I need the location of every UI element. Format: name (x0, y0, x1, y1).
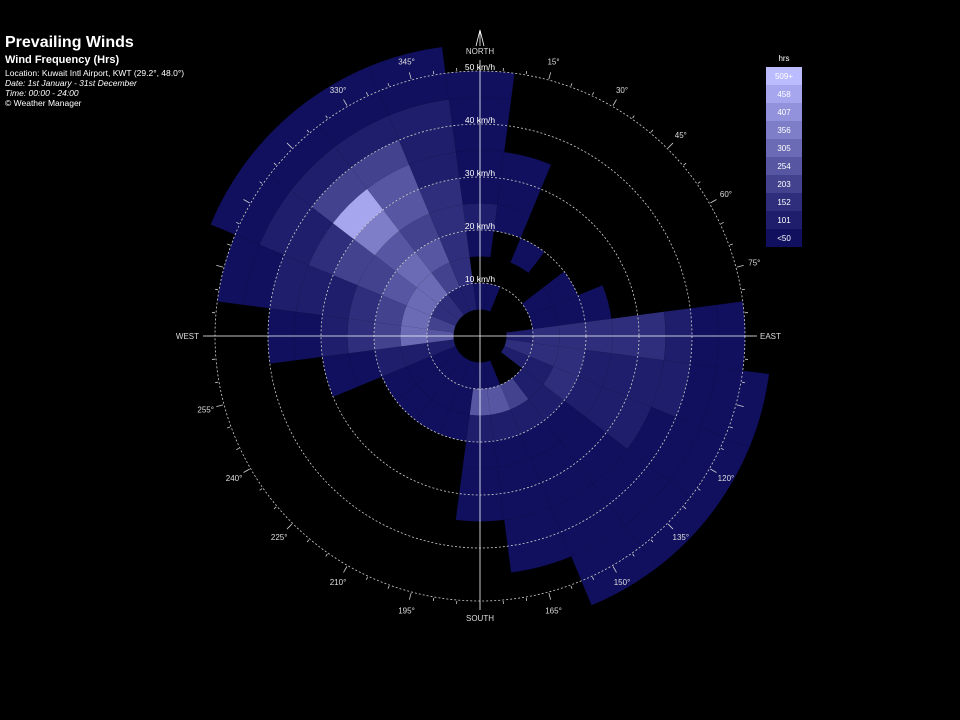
direction-label: 15° (547, 58, 559, 67)
legend-label: 305 (777, 144, 791, 153)
degree-tick (286, 523, 293, 530)
wind-rose-chart: NORTH EAST SOUTH WEST 10 km/h 20 km/h 30 km/h 4… (176, 29, 802, 623)
degree-tick (215, 381, 219, 384)
east-label: EAST (760, 332, 781, 341)
direction-label: 240° (226, 474, 243, 483)
direction-label: 255° (197, 406, 214, 415)
north-arrow-icon (475, 29, 485, 47)
legend-label: 101 (777, 216, 791, 225)
legend-label: <50 (777, 234, 791, 243)
direction-label: 120° (718, 474, 735, 483)
speed-ring-label: 50 km/h (465, 62, 496, 72)
direction-label: 30° (616, 86, 628, 95)
wind-sector (510, 238, 545, 273)
north-label: NORTH (466, 47, 495, 56)
legend-label: 458 (777, 90, 791, 99)
direction-label: 60° (720, 190, 732, 199)
direction-label: 330° (330, 86, 347, 95)
speed-ring-label: 40 km/h (465, 115, 496, 125)
degree-tick (650, 129, 654, 133)
legend-label: 152 (777, 198, 791, 207)
degree-tick (525, 597, 528, 601)
degree-tick (741, 288, 745, 291)
direction-label: 150° (614, 578, 631, 587)
degree-tick (325, 553, 328, 557)
degree-tick (306, 539, 310, 543)
legend-label: 254 (777, 162, 791, 171)
degree-tick (710, 199, 717, 204)
degree-tick (343, 566, 348, 573)
degree-tick (570, 83, 573, 87)
degree-tick (683, 162, 687, 166)
degree-tick (432, 597, 435, 601)
degree-tick (720, 221, 724, 224)
degree-tick (227, 426, 231, 429)
direction-label: 165° (545, 606, 562, 615)
degree-tick (387, 585, 390, 589)
degree-tick (592, 92, 595, 96)
direction-label: 225° (271, 533, 288, 542)
degree-tick (548, 592, 552, 600)
degree-tick (259, 488, 263, 491)
degree-tick (612, 99, 617, 106)
degree-tick (243, 468, 250, 473)
degree-tick (365, 576, 368, 580)
degree-tick (548, 72, 552, 80)
west-label: WEST (176, 332, 199, 341)
direction-label: 45° (675, 131, 687, 140)
degree-tick (697, 181, 701, 184)
direction-label: 210° (330, 578, 347, 587)
degree-tick (729, 243, 733, 246)
legend-label: 509+ (775, 72, 793, 81)
legend-label: 203 (777, 180, 791, 189)
degree-tick (667, 142, 674, 149)
legend-label: 407 (777, 108, 791, 117)
degree-tick (236, 448, 240, 451)
degree-tick (432, 71, 435, 75)
direction-label: 195° (398, 606, 415, 615)
legend: hrs 509+ 458 407 356 305 254 203 152 101 <50 (766, 54, 802, 247)
direction-label: 135° (673, 533, 690, 542)
speed-ring-label: 20 km/h (465, 221, 496, 231)
degree-tick (736, 264, 744, 268)
degree-tick (741, 381, 745, 384)
speed-ring-label: 10 km/h (465, 274, 496, 284)
legend-title: hrs (778, 54, 789, 63)
south-label: SOUTH (466, 614, 494, 623)
direction-label: 345° (398, 58, 415, 67)
degree-tick (216, 404, 224, 408)
degree-tick (632, 115, 635, 119)
degree-tick (408, 592, 412, 600)
degree-tick (227, 243, 231, 246)
degree-tick (215, 288, 219, 291)
degree-tick (570, 585, 573, 589)
degree-tick (525, 71, 528, 75)
speed-ring-label: 30 km/h (465, 168, 496, 178)
degree-tick (216, 264, 224, 268)
direction-label: 75° (748, 258, 760, 267)
degree-tick (273, 506, 277, 510)
legend-label: 356 (777, 126, 791, 135)
